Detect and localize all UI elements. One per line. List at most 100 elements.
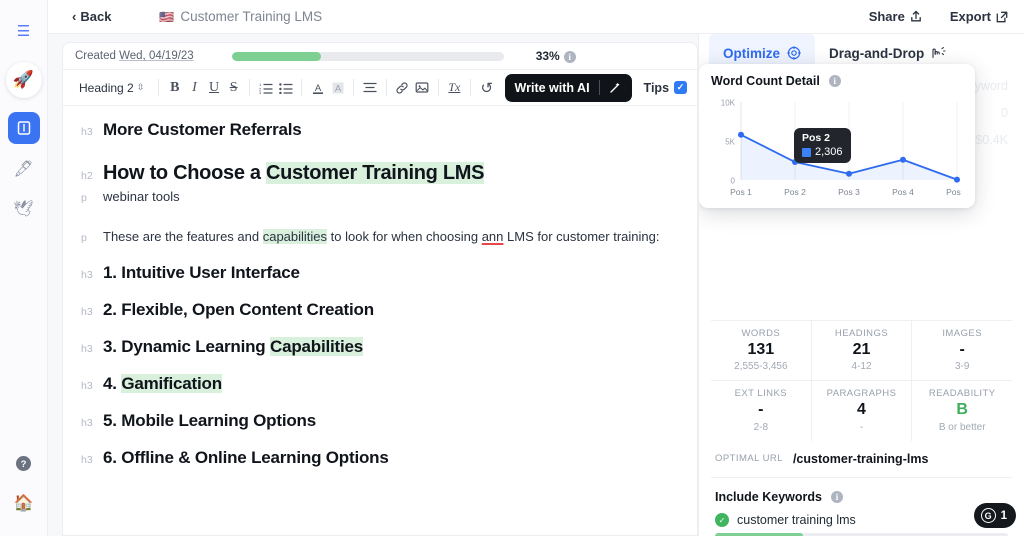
body-row: Created Wed, 04/19/23 33%i (48, 34, 1024, 536)
heading-select[interactable]: Heading 2 ⇳ (71, 81, 152, 95)
svg-text:10K: 10K (721, 99, 736, 108)
image-button[interactable] (413, 76, 431, 99)
block-tag-label: h3 (75, 269, 103, 281)
text-run: More Customer Referrals (103, 120, 302, 139)
document-block[interactable]: h35. Mobile Learning Options (75, 411, 677, 431)
back-button[interactable]: ‹ Back (72, 9, 111, 24)
keywords-info-icon[interactable]: i (831, 491, 843, 503)
document-block[interactable]: h31. Intuitive User Interface (75, 263, 677, 283)
document-block[interactable]: h2How to Choose a Customer Training LMS (75, 162, 677, 185)
magic-wand-icon[interactable] (609, 81, 622, 94)
toolbar-divider (470, 79, 471, 96)
target-icon (787, 46, 801, 60)
share-button[interactable]: Share (869, 9, 922, 24)
document-block[interactable]: pThese are the features and capabilities… (75, 228, 677, 246)
document-block[interactable]: h3More Customer Referrals (75, 120, 677, 140)
block-text: 6. Offline & Online Learning Options (103, 448, 677, 468)
text-run: 1. Intuitive User Interface (103, 263, 300, 282)
obscured-metric-value: 0 (1001, 106, 1008, 120)
right-panel: Optimize Drag-and-Drop (698, 34, 1024, 536)
keyword-row: ✓customer training lmsH (715, 513, 1008, 528)
underline-button[interactable]: U (205, 76, 223, 99)
document-title[interactable]: 🇺🇸 Customer Training LMS (159, 9, 322, 24)
keyword-highlight: Capabilities (270, 337, 363, 356)
block-text: How to Choose a Customer Training LMS (103, 162, 677, 185)
toolbar-divider (158, 79, 159, 96)
word-count-info-icon[interactable]: i (829, 75, 841, 87)
chart-tooltip-swatch (802, 148, 811, 157)
optimal-url-value: /customer-training-lms (793, 452, 928, 466)
document-content[interactable]: h3More Customer Referralsh2How to Choose… (63, 106, 697, 535)
keyword-highlight: Customer Training LMS (266, 162, 484, 184)
block-text: More Customer Referrals (103, 120, 677, 140)
svg-text:Pos 4: Pos 4 (892, 187, 914, 197)
clear-formatting-button[interactable]: Tx (446, 76, 464, 99)
keyword-text: customer training lms (737, 513, 985, 527)
stats-grid: WORDS1312,555-3,456HEADINGS214-12IMAGES-… (711, 320, 1012, 441)
progress-percent-value: 33% (536, 49, 560, 63)
block-tag-label: p (75, 192, 103, 204)
bird-icon[interactable]: 🕊 (9, 194, 39, 224)
tips-checkbox[interactable]: ✓ (674, 81, 687, 94)
text-color-button[interactable]: A (309, 76, 327, 99)
tips-toggle[interactable]: Tips ✓ (644, 81, 687, 95)
block-text: 5. Mobile Learning Options (103, 411, 677, 431)
align-button[interactable] (361, 76, 379, 99)
svg-text:A: A (334, 83, 341, 94)
stat-cell: EXT LINKS-2-8 (711, 381, 811, 440)
link-button[interactable] (394, 76, 412, 99)
progress-track (232, 52, 504, 61)
keyword-highlight: capabilities (263, 229, 327, 244)
stat-label: IMAGES (912, 328, 1012, 339)
editor-card: Created Wed, 04/19/23 33%i (62, 42, 698, 536)
keyword-highlight: Gamification (121, 374, 222, 393)
block-tag-label: p (75, 232, 103, 244)
flag-icon: 🇺🇸 (159, 10, 174, 24)
stat-value: - (912, 341, 1012, 359)
block-text: 3. Dynamic Learning Capabilities (103, 337, 677, 357)
ordered-list-button[interactable]: 1 2 3 (257, 76, 275, 99)
home-icon[interactable]: 🏠 (9, 488, 39, 518)
document-block[interactable]: pwebinar tools (75, 188, 677, 206)
grammarly-badge[interactable]: G 1 (974, 503, 1016, 528)
sidebar-item-documents[interactable] (8, 112, 40, 144)
block-text: 2. Flexible, Open Content Creation (103, 300, 677, 320)
italic-button[interactable]: I (186, 76, 204, 99)
help-icon[interactable]: ? (9, 448, 39, 478)
ai-divider (599, 80, 600, 95)
info-icon[interactable]: i (564, 51, 576, 63)
stat-label: WORDS (711, 328, 811, 339)
created-prefix: Created (75, 50, 119, 62)
keyword-item[interactable]: ✓customer training lmsH (715, 513, 1008, 536)
document-title-text: Customer Training LMS (180, 9, 322, 24)
stat-label: HEADINGS (812, 328, 912, 339)
bullet-list-button[interactable] (277, 76, 295, 99)
document-block[interactable]: h34. Gamification (75, 374, 677, 394)
export-button[interactable]: Export (950, 9, 1008, 24)
drag-drop-icon (931, 46, 946, 60)
block-text: These are the features and capabilities … (103, 228, 677, 246)
hamburger-menu-icon[interactable]: ☰ (9, 16, 39, 46)
include-keywords-label: Include Keywords (715, 490, 822, 504)
block-text: webinar tools (103, 188, 677, 206)
quill-icon[interactable]: 🖋 (9, 154, 39, 184)
document-block[interactable]: h36. Offline & Online Learning Options (75, 448, 677, 468)
share-label: Share (869, 9, 905, 24)
highlight-button[interactable]: A (329, 76, 347, 99)
strikethrough-button[interactable]: S (225, 76, 243, 99)
stat-range: 2,555-3,456 (711, 361, 811, 372)
highlight-icon: A (331, 81, 345, 95)
toolbar-divider (249, 79, 250, 96)
grammarly-count: 1 (1001, 510, 1007, 522)
block-tag-label: h3 (75, 343, 103, 355)
bold-button[interactable]: B (166, 76, 184, 99)
document-block[interactable]: h33. Dynamic Learning Capabilities (75, 337, 677, 357)
write-with-ai-button[interactable]: Write with AI (505, 74, 632, 102)
stat-cell: WORDS1312,555-3,456 (711, 321, 811, 380)
bullet-list-icon (279, 82, 293, 94)
svg-text:Pos 2: Pos 2 (784, 187, 806, 197)
undo-button[interactable]: ↺ (478, 76, 496, 99)
external-link-icon (996, 11, 1008, 23)
rocket-icon[interactable]: 🚀 (6, 62, 42, 98)
document-block[interactable]: h32. Flexible, Open Content Creation (75, 300, 677, 320)
